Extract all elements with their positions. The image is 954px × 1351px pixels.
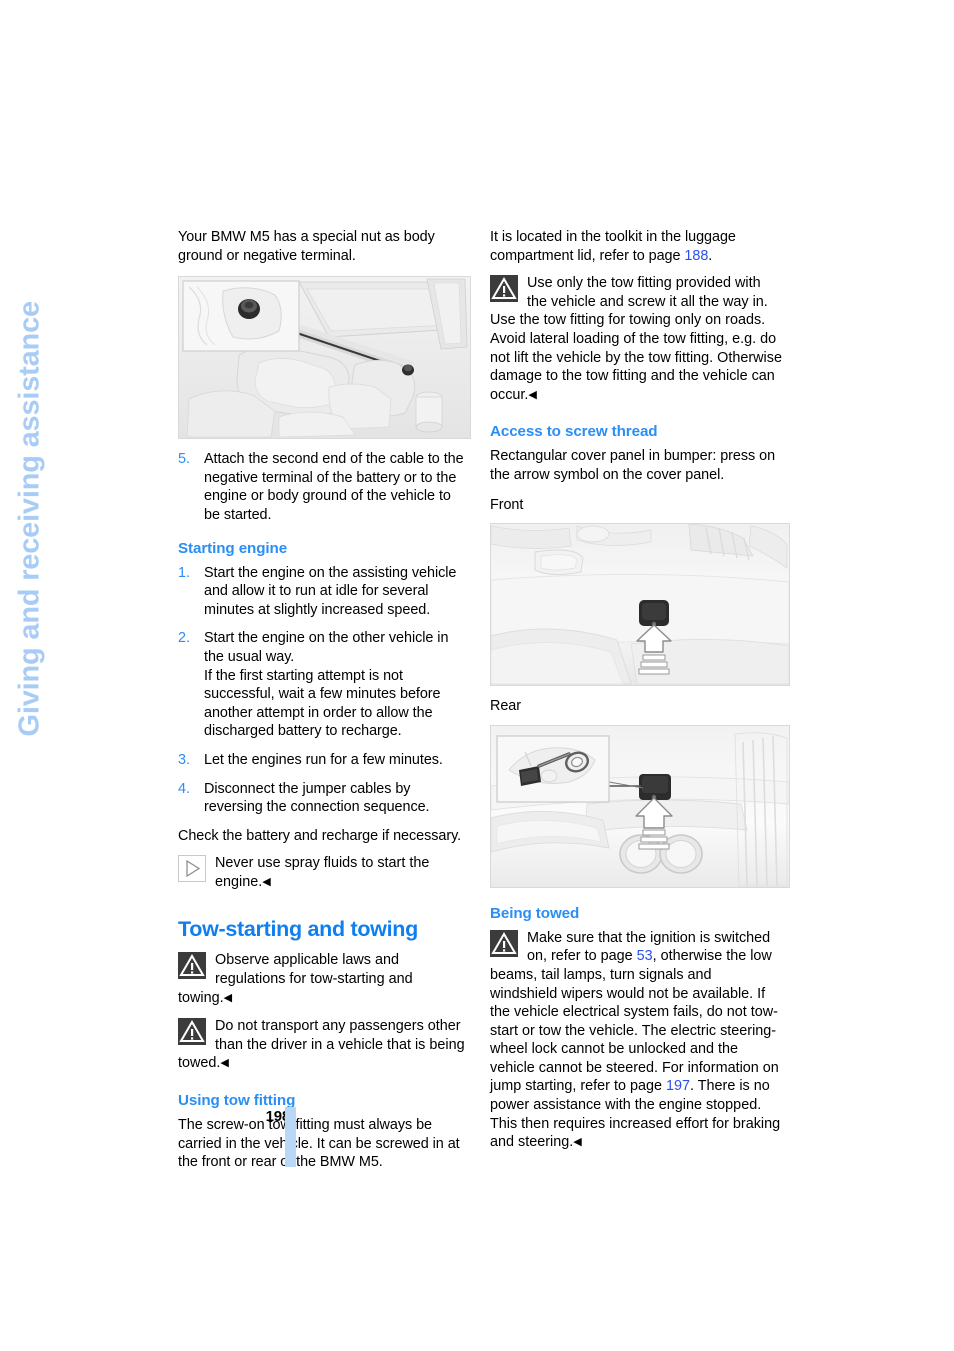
list-number: 5. [178, 451, 190, 468]
list-text: Attach the second end of the cable to th… [204, 451, 464, 523]
list-number: 4. [178, 780, 190, 797]
manual-page: Giving and receiving assistance Your BMW… [0, 0, 954, 1351]
list-item: 5. Attach the second end of the cable to… [178, 450, 470, 524]
front-bumper-illustration [491, 524, 789, 686]
figure-engine-bay-ground-nut: wire161 | mm5uk [178, 276, 471, 440]
jump-start-step-list: 5. Attach the second end of the cable to… [178, 450, 470, 524]
rear-bumper-illustration [491, 725, 789, 887]
heading-tow-starting-and-towing: Tow-starting and towing [178, 917, 418, 942]
engine-bay-illustration [179, 277, 470, 439]
end-mark: ◀ [220, 1057, 229, 1070]
left-column: Your BMW M5 has a special nut as body gr… [178, 228, 471, 1183]
warning-text: Observe applicable laws and regulations … [178, 952, 413, 1006]
note-body: Never use spray fluids to start the engi… [178, 854, 470, 891]
list-text: Disconnect the jumper cables by reversin… [204, 780, 430, 816]
list-item: 2. Start the engine on the other vehicle… [178, 629, 470, 741]
heading-being-towed: Being towed [490, 904, 580, 922]
list-number: 1. [178, 564, 190, 581]
end-mark: ◀ [528, 388, 537, 401]
list-text: Let the engines run for a few minutes. [204, 751, 443, 768]
note-body: Observe applicable laws and regulations … [178, 951, 470, 1007]
being-towed-part2: , otherwise the low beams, tail lamps, t… [490, 948, 779, 1095]
page-number: 198 [265, 1108, 291, 1125]
list-item: 3. Let the engines run for a few minutes… [178, 751, 470, 770]
note-triangle-icon [178, 855, 208, 884]
list-number: 3. [178, 751, 190, 768]
chapter-title-text: Giving and receiving assistance [13, 301, 46, 737]
caption-front: Front [490, 496, 524, 513]
folio-accent-bar [285, 1107, 296, 1167]
caption-rear: Rear [490, 698, 521, 715]
note-text: Never use spray fluids to start the engi… [215, 855, 430, 890]
right-column: It is located in the toolkit in the lugg… [490, 228, 790, 1152]
chapter-title: Giving and receiving assistance [0, 0, 60, 900]
warning-triangle-icon [490, 929, 520, 959]
warning-observe-laws: Observe applicable laws and regulations … [178, 951, 470, 1007]
heading-access-to-screw-thread: Access to screw thread [490, 423, 658, 441]
toolkit-text-after: . [708, 247, 713, 264]
end-mark: ◀ [573, 1136, 582, 1149]
list-text: Start the engine on the other vehicle in… [204, 630, 449, 740]
note-body: Use only the tow fitting provided with t… [490, 274, 782, 404]
list-text: Start the engine on the assisting vehicl… [204, 564, 457, 618]
end-mark: ◀ [262, 875, 271, 888]
page-reference-53[interactable]: 53 [637, 948, 653, 964]
warning-triangle-icon [178, 1018, 208, 1047]
figure-rear-bumper-cover-panel: wire182 | mm5uk [490, 724, 790, 888]
warning-triangle-icon [490, 275, 520, 304]
warning-tow-fitting-usage: Use only the tow fitting provided with t… [490, 274, 782, 404]
check-battery-text: Check the battery and recharge if necess… [178, 827, 462, 844]
warning-triangle-icon [178, 952, 208, 981]
list-number: 2. [178, 630, 190, 647]
note-body: Make sure that the ignition is switched … [490, 929, 782, 1152]
access-screw-thread-text: Rectangular cover panel in bumper: press… [490, 448, 776, 483]
page-reference-197[interactable]: 197 [666, 1078, 690, 1094]
list-item: 1. Start the engine on the assisting veh… [178, 564, 470, 620]
warning-no-passengers: Do not transport any passengers other th… [178, 1017, 470, 1073]
warning-text: Use only the tow fitting provided with t… [490, 275, 782, 403]
page-reference-188[interactable]: 188 [684, 248, 708, 264]
note-body: Do not transport any passengers other th… [178, 1017, 470, 1073]
end-mark: ◀ [223, 991, 233, 1004]
heading-starting-engine: Starting engine [178, 539, 288, 557]
figure-front-bumper-cover-panel: wire181 | mm5uk [490, 523, 790, 687]
toolkit-location-paragraph: It is located in the toolkit in the lugg… [490, 228, 782, 265]
intro-paragraph: Your BMW M5 has a special nut as body gr… [178, 229, 435, 264]
starting-engine-step-list: 1. Start the engine on the assisting veh… [178, 564, 470, 817]
note-spray-fluids: Never use spray fluids to start the engi… [178, 854, 470, 891]
warning-being-towed: Make sure that the ignition is switched … [490, 929, 782, 1152]
list-item: 4. Disconnect the jumper cables by rever… [178, 780, 470, 817]
